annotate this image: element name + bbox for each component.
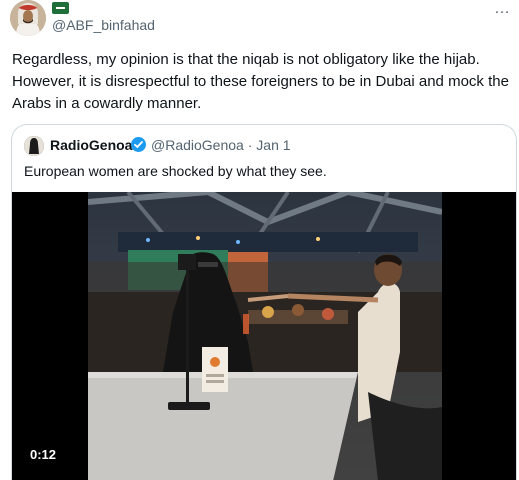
quoted-display-name[interactable]: RadioGenoa <box>50 137 132 153</box>
quoted-text: European women are shocked by what they … <box>24 163 327 179</box>
meta-separator: · <box>247 137 253 153</box>
quoted-handle[interactable]: @RadioGenoa <box>151 137 244 153</box>
quoted-avatar[interactable] <box>24 136 44 156</box>
saudi-flag-icon <box>52 2 69 14</box>
video-player[interactable]: 0:12 <box>12 192 516 480</box>
video-frame[interactable] <box>88 192 442 480</box>
video-duration: 0:12 <box>24 445 63 464</box>
author-handle[interactable]: @ABF_binfahad <box>52 17 155 33</box>
tweet-text: Regardless, my opinion is that the niqab… <box>12 51 509 112</box>
author-avatar[interactable] <box>10 0 46 36</box>
quoted-date[interactable]: Jan 1 <box>256 137 290 153</box>
quoted-tweet[interactable]: RadioGenoa @RadioGenoa · Jan 1 European … <box>11 124 517 480</box>
more-options-icon[interactable]: … <box>494 0 511 18</box>
verified-badge-icon <box>131 137 146 152</box>
quoted-meta: @RadioGenoa · Jan 1 <box>151 137 291 153</box>
